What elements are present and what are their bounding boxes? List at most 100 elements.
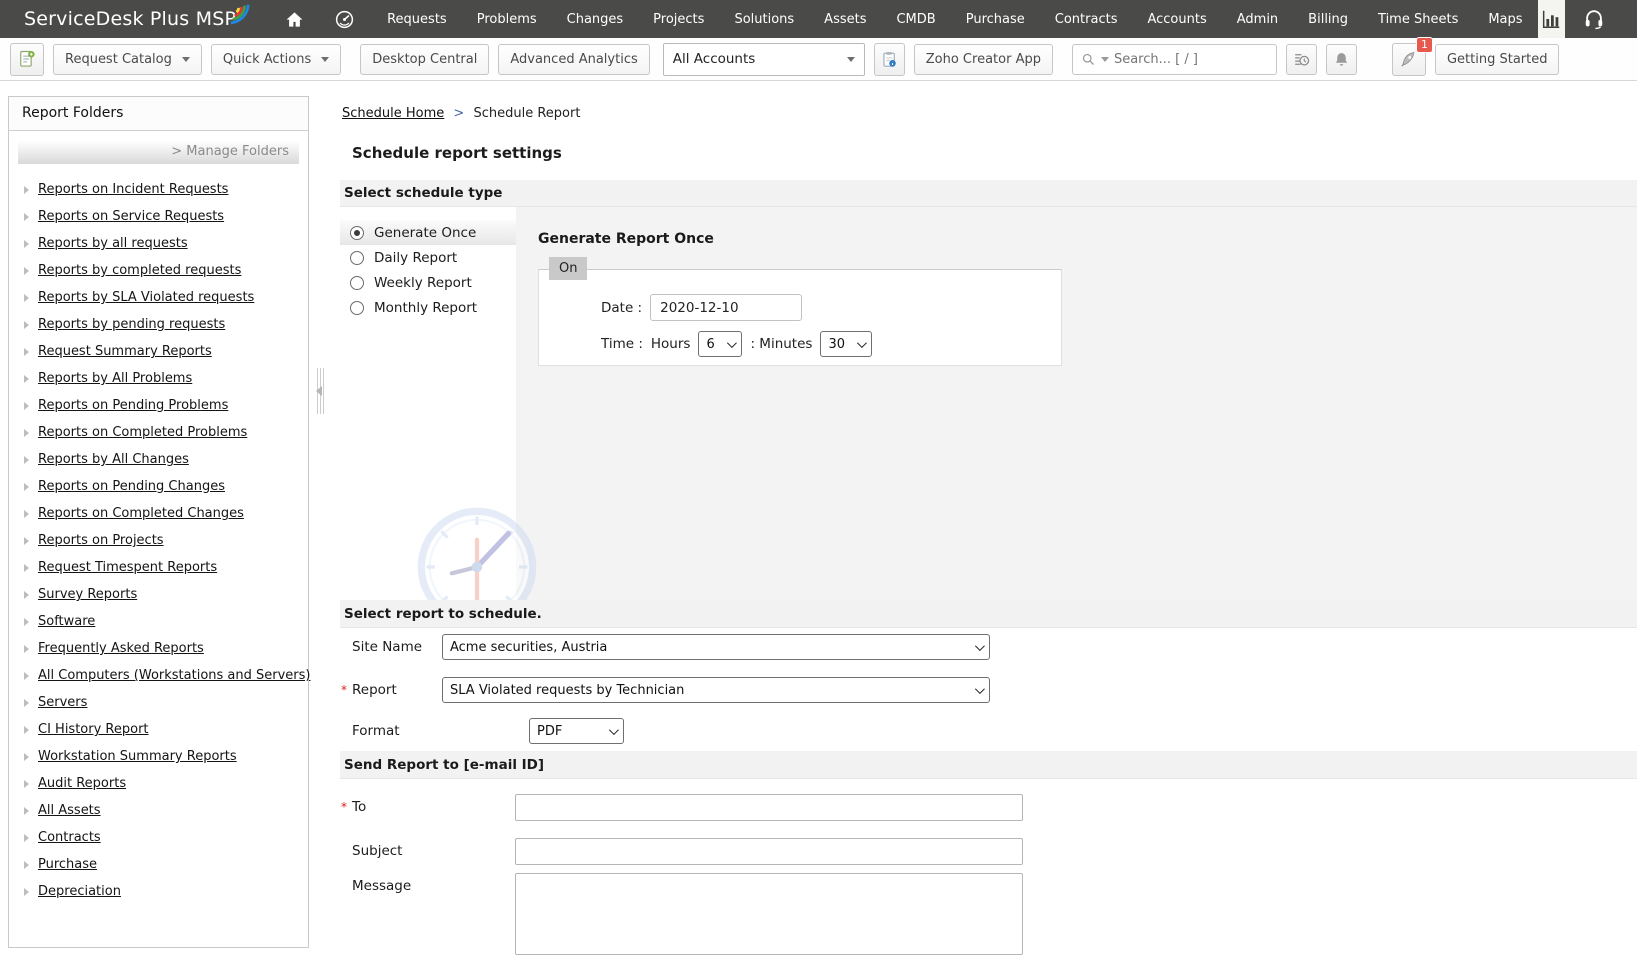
report-folder-item[interactable]: Reports by All Problems: [9, 365, 308, 392]
radio-generate-once[interactable]: Generate Once: [340, 220, 516, 245]
global-search[interactable]: [1072, 44, 1277, 75]
report-folder-link[interactable]: Reports on Completed Changes: [38, 506, 244, 521]
advanced-analytics-button[interactable]: Advanced Analytics: [498, 44, 649, 75]
nav-menu-item[interactable]: Admin: [1222, 0, 1293, 38]
app-logo[interactable]: ServiceDesk Plus MSP: [24, 0, 256, 38]
report-folder-item[interactable]: Purchase: [9, 851, 308, 878]
report-folder-item[interactable]: Request Summary Reports: [9, 338, 308, 365]
nav-menu-item[interactable]: Changes: [552, 0, 639, 38]
nav-menu-item[interactable]: Billing: [1293, 0, 1363, 38]
report-folder-link[interactable]: CI History Report: [38, 722, 149, 737]
report-folder-link[interactable]: Contracts: [38, 830, 101, 845]
report-folder-item[interactable]: Reports on Pending Changes: [9, 473, 308, 500]
report-folder-item[interactable]: Frequently Asked Reports: [9, 635, 308, 662]
nav-menu-item[interactable]: Maps: [1473, 0, 1537, 38]
report-folder-link[interactable]: Workstation Summary Reports: [38, 749, 237, 764]
report-folder-link[interactable]: Reports on Service Requests: [38, 209, 224, 224]
report-folder-link[interactable]: Reports by pending requests: [38, 317, 225, 332]
nav-menu-item[interactable]: Solutions: [719, 0, 809, 38]
report-folder-link[interactable]: Reports by SLA Violated requests: [38, 290, 254, 305]
recent-items-button[interactable]: [1286, 44, 1317, 75]
site-name-select[interactable]: Acme securities, Austria: [442, 634, 990, 660]
report-folder-link[interactable]: Purchase: [38, 857, 97, 872]
report-folder-item[interactable]: Reports on Service Requests: [9, 203, 308, 230]
nav-menu-item[interactable]: Problems: [462, 0, 552, 38]
report-folder-link[interactable]: Reports on Projects: [38, 533, 164, 548]
report-folder-link[interactable]: Software: [38, 614, 95, 629]
radio-daily-report[interactable]: Daily Report: [340, 245, 516, 270]
gauge-icon[interactable]: [319, 0, 370, 38]
to-input[interactable]: [515, 794, 1023, 821]
hours-select[interactable]: 6: [698, 331, 742, 357]
whats-new-button[interactable]: 1: [1392, 43, 1426, 76]
report-folder-item[interactable]: All Computers (Workstations and Servers): [9, 662, 308, 689]
date-input[interactable]: [650, 294, 802, 321]
getting-started-button[interactable]: Getting Started: [1435, 44, 1560, 75]
report-folder-item[interactable]: Reports by All Changes: [9, 446, 308, 473]
nav-menu-item[interactable]: Purchase: [951, 0, 1040, 38]
report-folder-link[interactable]: Survey Reports: [38, 587, 137, 602]
report-folder-link[interactable]: Servers: [38, 695, 87, 710]
report-folder-item[interactable]: Reports by SLA Violated requests: [9, 284, 308, 311]
search-input[interactable]: [1114, 52, 1268, 67]
quick-actions-button[interactable]: Quick Actions: [211, 44, 341, 75]
report-folder-link[interactable]: All Computers (Workstations and Servers): [38, 668, 310, 683]
report-folder-item[interactable]: Audit Reports: [9, 770, 308, 797]
report-folder-link[interactable]: Reports by All Changes: [38, 452, 189, 467]
report-folder-link[interactable]: Audit Reports: [38, 776, 126, 791]
report-folder-link[interactable]: Request Summary Reports: [38, 344, 212, 359]
report-folder-item[interactable]: Reports on Projects: [9, 527, 308, 554]
manage-folders-button[interactable]: > Manage Folders: [18, 141, 299, 164]
nav-menu-item[interactable]: Accounts: [1132, 0, 1221, 38]
new-request-button[interactable]: [10, 43, 44, 76]
report-folder-item[interactable]: All Assets: [9, 797, 308, 824]
report-select[interactable]: SLA Violated requests by Technician: [442, 677, 990, 703]
home-icon[interactable]: [270, 0, 319, 38]
support-button[interactable]: [1565, 0, 1637, 38]
accounts-filter-select[interactable]: All Accounts: [663, 43, 865, 76]
request-catalog-button[interactable]: Request Catalog: [53, 44, 202, 75]
report-folder-link[interactable]: Depreciation: [38, 884, 121, 899]
report-folder-item[interactable]: Servers: [9, 689, 308, 716]
breadcrumb-schedule-home-link[interactable]: Schedule Home: [342, 106, 444, 121]
report-folder-item[interactable]: Reports on Completed Problems: [9, 419, 308, 446]
report-folder-item[interactable]: Survey Reports: [9, 581, 308, 608]
on-tab[interactable]: On: [549, 257, 587, 280]
report-folder-link[interactable]: Reports on Incident Requests: [38, 182, 228, 197]
subject-input[interactable]: [515, 838, 1023, 865]
report-folder-item[interactable]: Reports on Completed Changes: [9, 500, 308, 527]
report-folder-item[interactable]: Reports on Pending Problems: [9, 392, 308, 419]
nav-menu-item[interactable]: CMDB: [881, 0, 950, 38]
report-folder-item[interactable]: Reports by completed requests: [9, 257, 308, 284]
nav-menu-item[interactable]: Requests: [372, 0, 462, 38]
report-folder-item[interactable]: Depreciation: [9, 878, 308, 905]
report-folder-item[interactable]: Software: [9, 608, 308, 635]
nav-menu-item[interactable]: Time Sheets: [1363, 0, 1473, 38]
minutes-select[interactable]: 30: [820, 331, 872, 357]
notifications-button[interactable]: [1326, 44, 1357, 75]
nav-menu-item[interactable]: Assets: [809, 0, 881, 38]
message-textarea[interactable]: [515, 873, 1023, 955]
radio-weekly-report[interactable]: Weekly Report: [340, 270, 516, 295]
report-folder-link[interactable]: Reports by All Problems: [38, 371, 192, 386]
report-folder-item[interactable]: CI History Report: [9, 716, 308, 743]
account-info-button[interactable]: [874, 43, 905, 76]
report-folder-item[interactable]: Reports by pending requests: [9, 311, 308, 338]
report-folder-link[interactable]: Reports on Completed Problems: [38, 425, 247, 440]
report-folder-item[interactable]: Request Timespent Reports: [9, 554, 308, 581]
sidebar-collapse-handle[interactable]: [317, 368, 326, 414]
report-folder-link[interactable]: Frequently Asked Reports: [38, 641, 204, 656]
desktop-central-button[interactable]: Desktop Central: [360, 44, 489, 75]
report-folder-link[interactable]: Request Timespent Reports: [38, 560, 217, 575]
nav-menu-item[interactable]: Contracts: [1040, 0, 1133, 38]
report-folder-item[interactable]: Reports on Incident Requests: [9, 176, 308, 203]
report-folder-link[interactable]: Reports by all requests: [38, 236, 188, 251]
nav-menu-item[interactable]: Projects: [638, 0, 719, 38]
report-folder-item[interactable]: Contracts: [9, 824, 308, 851]
report-folder-link[interactable]: Reports on Pending Changes: [38, 479, 225, 494]
report-folder-link[interactable]: Reports on Pending Problems: [38, 398, 228, 413]
tab-reports-active[interactable]: [1538, 0, 1565, 38]
report-folder-link[interactable]: Reports by completed requests: [38, 263, 241, 278]
format-select[interactable]: PDF: [529, 718, 624, 744]
radio-monthly-report[interactable]: Monthly Report: [340, 295, 516, 320]
